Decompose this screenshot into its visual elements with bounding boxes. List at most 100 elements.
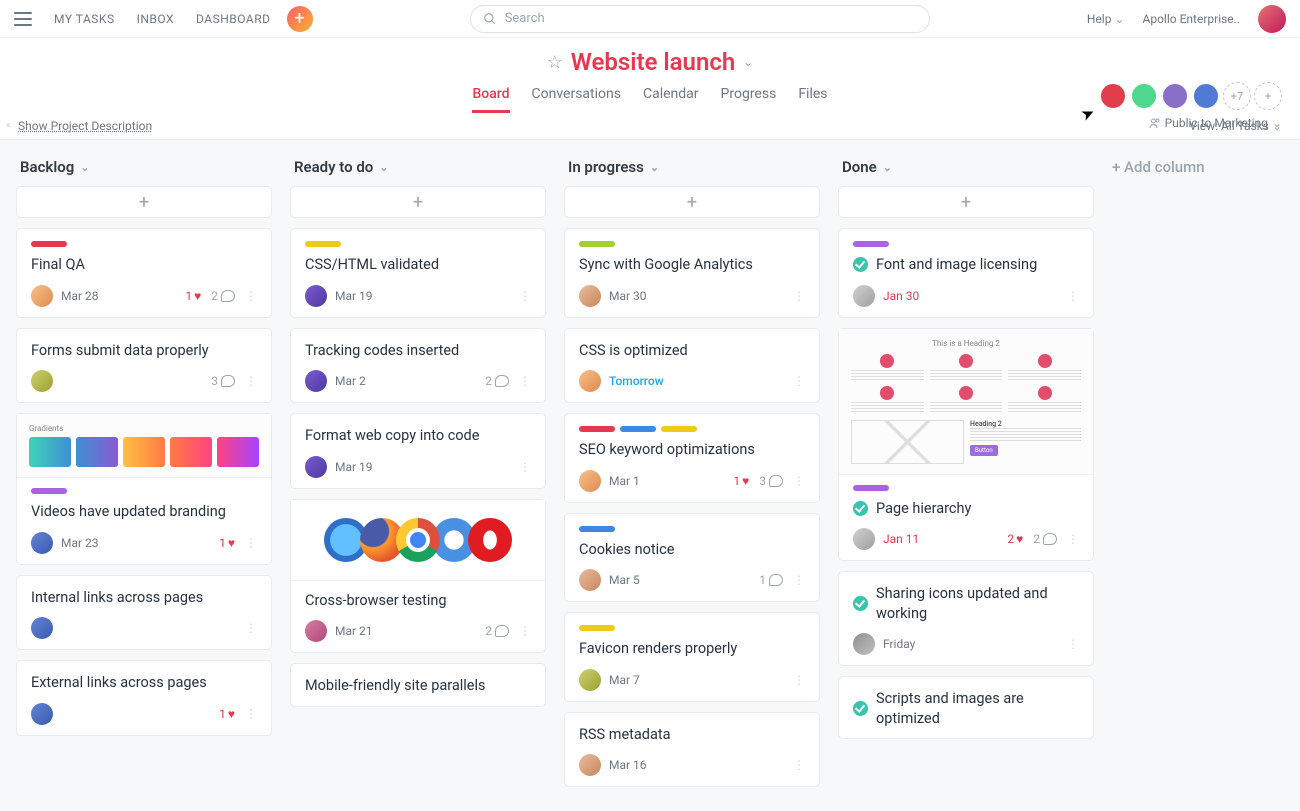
- member-avatar[interactable]: [1130, 82, 1158, 110]
- add-card-button[interactable]: +: [838, 186, 1094, 218]
- add-column-button[interactable]: + Add column: [1112, 154, 1205, 176]
- add-card-button[interactable]: +: [564, 186, 820, 218]
- assignee-avatar[interactable]: [31, 703, 53, 725]
- card-menu-icon[interactable]: ⋮: [793, 573, 805, 587]
- assignee-avatar[interactable]: [579, 754, 601, 776]
- card-menu-icon[interactable]: ⋮: [245, 374, 257, 388]
- nav-my-tasks[interactable]: MY TASKS: [54, 12, 115, 26]
- like-count[interactable]: 1♥: [219, 536, 235, 550]
- task-card[interactable]: Font and image licensingJan 30⋮: [838, 228, 1094, 318]
- card-menu-icon[interactable]: ⋮: [793, 474, 805, 488]
- add-card-button[interactable]: +: [290, 186, 546, 218]
- assignee-avatar[interactable]: [579, 370, 601, 392]
- assignee-avatar[interactable]: [579, 569, 601, 591]
- user-avatar[interactable]: [1258, 5, 1286, 33]
- card-menu-icon[interactable]: ⋮: [519, 624, 531, 638]
- collapse-handle-icon[interactable]: «: [6, 120, 11, 131]
- member-avatars[interactable]: +7 +: [1099, 82, 1282, 110]
- card-menu-icon[interactable]: ⋮: [793, 758, 805, 772]
- card-menu-icon[interactable]: ⋮: [519, 289, 531, 303]
- project-menu-caret[interactable]: ⌄: [743, 55, 753, 69]
- column-header[interactable]: Done ⌄: [838, 154, 1094, 186]
- assignee-avatar[interactable]: [853, 528, 875, 550]
- tab-calendar[interactable]: Calendar: [643, 86, 699, 113]
- comment-count[interactable]: 3: [759, 474, 783, 488]
- column-header[interactable]: Backlog ⌄: [16, 154, 272, 186]
- global-add-button[interactable]: +: [287, 6, 313, 32]
- card-menu-icon[interactable]: ⋮: [793, 673, 805, 687]
- assignee-avatar[interactable]: [853, 285, 875, 307]
- like-count[interactable]: 1♥: [185, 289, 201, 303]
- workspace-name[interactable]: Apollo Enterprise..: [1143, 12, 1240, 26]
- task-card[interactable]: Forms submit data properly3⋮: [16, 328, 272, 404]
- show-description-link[interactable]: Show Project Description: [18, 119, 152, 133]
- member-avatar[interactable]: [1161, 82, 1189, 110]
- card-menu-icon[interactable]: ⋮: [519, 374, 531, 388]
- card-menu-icon[interactable]: ⋮: [245, 289, 257, 303]
- card-menu-icon[interactable]: ⋮: [1067, 637, 1079, 651]
- card-menu-icon[interactable]: ⋮: [245, 621, 257, 635]
- task-card[interactable]: RSS metadataMar 16⋮: [564, 712, 820, 788]
- assignee-avatar[interactable]: [31, 370, 53, 392]
- assignee-avatar[interactable]: [305, 620, 327, 642]
- tab-progress[interactable]: Progress: [721, 86, 777, 113]
- tab-conversations[interactable]: Conversations: [532, 86, 621, 113]
- star-icon[interactable]: ☆: [547, 52, 563, 73]
- task-card[interactable]: Final QAMar 281♥2⋮: [16, 228, 272, 318]
- tab-board[interactable]: Board: [472, 86, 509, 113]
- member-avatar[interactable]: [1192, 82, 1220, 110]
- search-input[interactable]: Search: [470, 5, 930, 33]
- assignee-avatar[interactable]: [305, 370, 327, 392]
- card-menu-icon[interactable]: ⋮: [245, 707, 257, 721]
- comment-count[interactable]: 2: [1033, 532, 1057, 546]
- comment-count[interactable]: 2: [485, 624, 509, 638]
- task-card[interactable]: Sharing icons updated and workingFriday⋮: [838, 571, 1094, 666]
- card-menu-icon[interactable]: ⋮: [793, 374, 805, 388]
- tab-files[interactable]: Files: [798, 86, 827, 113]
- assignee-avatar[interactable]: [579, 669, 601, 691]
- comment-count[interactable]: 3: [211, 374, 235, 388]
- card-menu-icon[interactable]: ⋮: [245, 536, 257, 550]
- assignee-avatar[interactable]: [31, 532, 53, 554]
- task-card[interactable]: Mobile-friendly site parallels: [290, 663, 546, 707]
- like-count[interactable]: 1♥: [733, 474, 749, 488]
- task-card[interactable]: This is a Heading 2Heading 2ButtonPage h…: [838, 328, 1094, 562]
- assignee-avatar[interactable]: [31, 617, 53, 639]
- task-card[interactable]: Favicon renders properlyMar 7⋮: [564, 612, 820, 702]
- assignee-avatar[interactable]: [31, 285, 53, 307]
- task-card[interactable]: Cross-browser testingMar 212⋮: [290, 499, 546, 654]
- assignee-avatar[interactable]: [853, 633, 875, 655]
- column-header[interactable]: In progress ⌄: [564, 154, 820, 186]
- task-card[interactable]: Format web copy into codeMar 19⋮: [290, 413, 546, 489]
- task-card[interactable]: Scripts and images are optimized: [838, 676, 1094, 739]
- task-card[interactable]: Cookies noticeMar 51⋮: [564, 513, 820, 603]
- assignee-avatar[interactable]: [305, 456, 327, 478]
- nav-dashboard[interactable]: DASHBOARD: [196, 12, 270, 26]
- assignee-avatar[interactable]: [579, 285, 601, 307]
- task-card[interactable]: Tracking codes insertedMar 22⋮: [290, 328, 546, 404]
- project-title[interactable]: Website launch: [571, 48, 735, 76]
- card-menu-icon[interactable]: ⋮: [519, 460, 531, 474]
- task-card[interactable]: SEO keyword optimizationsMar 11♥3⋮: [564, 413, 820, 503]
- card-menu-icon[interactable]: ⋮: [1067, 289, 1079, 303]
- card-menu-icon[interactable]: ⋮: [793, 289, 805, 303]
- add-card-button[interactable]: +: [16, 186, 272, 218]
- task-card[interactable]: Internal links across pages⋮: [16, 575, 272, 651]
- member-overflow[interactable]: +7: [1223, 82, 1251, 110]
- project-privacy[interactable]: Public to Marketing ⌄: [1149, 116, 1282, 130]
- member-avatar[interactable]: [1099, 82, 1127, 110]
- add-member-button[interactable]: +: [1254, 82, 1282, 110]
- help-menu[interactable]: Help ⌄: [1087, 12, 1125, 26]
- assignee-avatar[interactable]: [579, 470, 601, 492]
- like-count[interactable]: 2♥: [1007, 532, 1023, 546]
- card-menu-icon[interactable]: ⋮: [1067, 532, 1079, 546]
- task-card[interactable]: GradientsVideos have updated brandingMar…: [16, 413, 272, 565]
- menu-icon[interactable]: [14, 12, 32, 26]
- task-card[interactable]: CSS/HTML validatedMar 19⋮: [290, 228, 546, 318]
- nav-inbox[interactable]: INBOX: [137, 12, 174, 26]
- assignee-avatar[interactable]: [305, 285, 327, 307]
- like-count[interactable]: 1♥: [219, 707, 235, 721]
- task-card[interactable]: Sync with Google AnalyticsMar 30⋮: [564, 228, 820, 318]
- task-card[interactable]: CSS is optimizedTomorrow⋮: [564, 328, 820, 404]
- comment-count[interactable]: 2: [211, 289, 235, 303]
